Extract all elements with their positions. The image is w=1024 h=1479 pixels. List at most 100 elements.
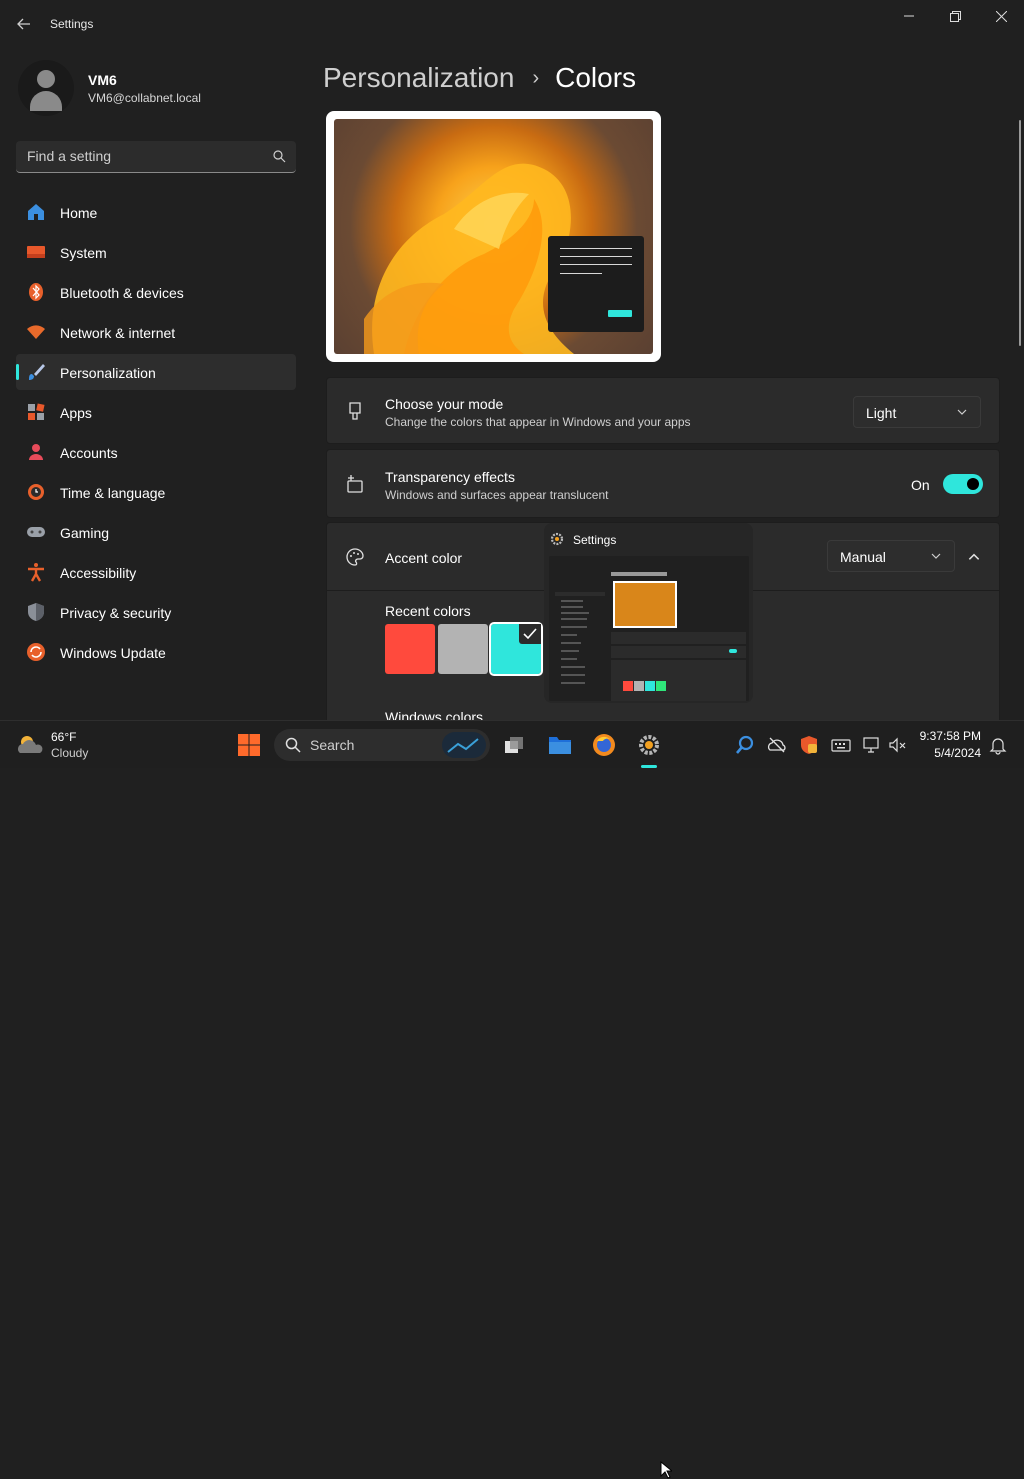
search-highlight-image [442,732,486,758]
mode-dropdown[interactable]: Light [853,396,981,428]
sidebar-item-personalization[interactable]: Personalization [16,354,296,390]
windows-logo-icon [238,734,260,756]
network-display-icon[interactable] [862,735,882,755]
sidebar-item-label: System [60,245,107,261]
cloudy-weather-icon[interactable] [16,733,44,755]
choose-mode-card: Choose your mode Change the colors that … [326,377,1000,444]
accent-dropdown-value: Manual [840,549,886,565]
sidebar-item-network[interactable]: Network & internet [16,314,296,350]
wifi-icon [27,325,45,339]
taskbar-thumbnail-preview[interactable]: Settings [544,523,753,703]
profile-name: VM6 [88,72,117,88]
gamepad-icon [27,527,45,537]
settings-taskbar-button[interactable] [633,729,665,761]
collapse-button[interactable] [961,547,987,567]
volume-muted-icon[interactable] [887,735,907,755]
clock-time[interactable]: 9:37:58 PM [920,729,981,743]
apps-icon [28,403,45,420]
minimize-icon [904,15,914,17]
notification-bell-icon[interactable] [988,735,1008,755]
breadcrumb-parent[interactable]: Personalization [323,62,514,94]
sidebar-item-label: Windows Update [60,645,166,661]
home-icon [28,204,44,220]
breadcrumb-separator: › [532,66,540,89]
transparency-toggle-label: On [911,477,930,493]
sidebar-item-windows-update[interactable]: Windows Update [16,634,296,670]
mode-subtitle: Change the colors that appear in Windows… [385,415,691,429]
app-title: Settings [50,17,94,31]
sidebar-item-system[interactable]: System [16,234,296,270]
sidebar-item-label: Home [60,205,98,221]
transparency-sparkle-icon [347,475,363,493]
close-icon [995,10,1007,22]
recent-color-swatch-teal[interactable] [489,622,543,676]
chevron-up-icon [968,553,980,560]
restore-button[interactable] [932,0,978,32]
paint-bucket-icon [349,402,361,420]
profile-email: VM6@collabnet.local [88,91,201,105]
start-button[interactable] [233,729,265,761]
restore-icon [949,10,961,22]
settings-gear-icon [550,532,564,546]
sidebar-item-gaming[interactable]: Gaming [16,514,296,550]
search-input[interactable] [16,141,256,171]
chevron-down-icon [931,553,941,559]
accounts-icon [29,444,43,460]
content-scrollbar[interactable] [1019,120,1021,346]
preview-window-mockup [548,236,644,332]
onedrive-offline-icon[interactable] [767,735,787,755]
taskbar-search-label: Search [310,737,355,753]
weather-condition[interactable]: Cloudy [51,746,88,760]
sidebar-item-label: Bluetooth & devices [60,285,184,301]
mouse-cursor-icon [660,1461,672,1479]
accent-mode-dropdown[interactable]: Manual [827,540,955,572]
sidebar-item-label: Accounts [60,445,118,461]
security-shield-icon[interactable] [799,735,819,755]
sidebar-nav: Home System Bluetooth & devices Network … [16,194,296,674]
transparency-card: Transparency effects Windows and surface… [326,449,1000,518]
sidebar-item-label: Accessibility [60,565,137,581]
sidebar-item-label: Privacy & security [60,605,172,621]
back-button[interactable] [12,12,36,36]
taskbar-search[interactable]: Search [274,729,490,761]
theme-preview [326,111,661,362]
recent-color-swatch-red[interactable] [385,624,435,674]
sidebar-item-home[interactable]: Home [16,194,296,230]
task-view-button[interactable] [498,729,530,761]
magnifier-icon[interactable] [735,735,755,755]
transparency-title: Transparency effects [385,469,515,485]
recent-color-swatch-gray[interactable] [438,624,488,674]
wallpaper-preview [334,119,653,354]
minimize-button[interactable] [886,0,932,32]
sidebar-item-accounts[interactable]: Accounts [16,434,296,470]
sidebar-item-privacy[interactable]: Privacy & security [16,594,296,630]
sidebar-item-label: Apps [60,405,92,421]
time-language-icon [28,484,44,500]
update-icon [27,643,45,661]
keyboard-icon[interactable] [831,735,851,755]
transparency-toggle[interactable] [943,474,983,494]
firefox-icon [593,734,615,756]
file-explorer-button[interactable] [544,729,576,761]
sidebar-item-label: Personalization [60,365,156,381]
thumbnail-window-screenshot [549,556,749,701]
search-icon[interactable] [272,149,286,163]
firefox-button[interactable] [588,729,620,761]
settings-window: Settings VM6 VM6@collabnet.local Home Sy… [0,0,1024,725]
accessibility-icon [28,563,44,582]
user-profile[interactable]: VM6 VM6@collabnet.local [18,58,298,118]
chevron-down-icon [957,409,967,415]
close-button[interactable] [978,0,1024,32]
settings-gear-icon [639,735,659,755]
clock-date[interactable]: 5/4/2024 [934,746,981,760]
transparency-subtitle: Windows and surfaces appear translucent [385,488,609,502]
system-icon [27,246,45,258]
brush-icon [29,364,45,380]
search-icon [285,737,301,753]
sidebar-item-accessibility[interactable]: Accessibility [16,554,296,590]
weather-temperature[interactable]: 66°F [51,730,76,744]
shield-icon [28,603,44,621]
sidebar-item-bluetooth[interactable]: Bluetooth & devices [16,274,296,310]
sidebar-item-apps[interactable]: Apps [16,394,296,430]
sidebar-item-time-language[interactable]: Time & language [16,474,296,510]
